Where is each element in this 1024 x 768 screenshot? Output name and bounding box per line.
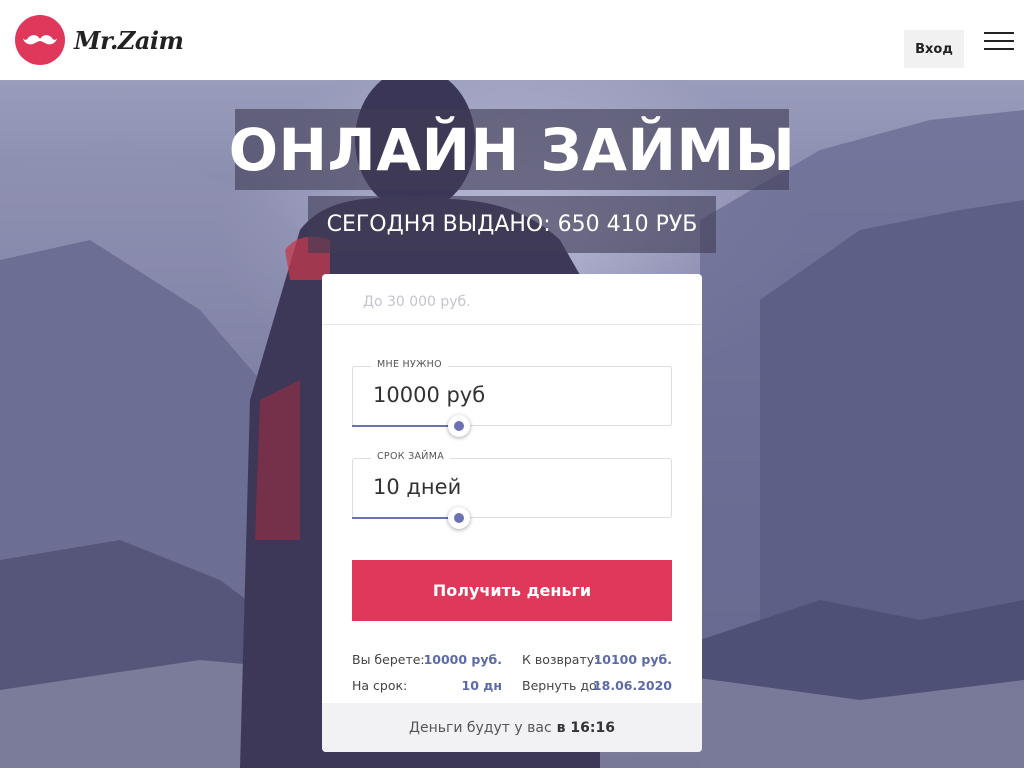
hero-title-banner: ОНЛАЙН ЗАЙМЫ	[229, 109, 795, 190]
amount-slider-fill	[352, 425, 459, 427]
term-summary-value: 10 дн	[461, 678, 502, 693]
mustache-icon	[15, 15, 65, 65]
limit-text: До 30 000 руб.	[363, 294, 471, 310]
repay-value: 10100 руб.	[593, 652, 672, 667]
amount-label: МНЕ НУЖНО	[371, 359, 448, 370]
delivery-time-value: в 16:16	[556, 719, 615, 736]
term-slider-fill	[352, 517, 459, 519]
delivery-time-footer: Деньги будут у вас в 16:16	[322, 703, 702, 752]
hero-title: ОНЛАЙН ЗАЙМЫ	[228, 115, 796, 184]
term-slider-thumb-icon[interactable]	[448, 507, 470, 529]
amount-slider-thumb-icon[interactable]	[448, 415, 470, 437]
repay-label: К возврату:	[522, 652, 599, 667]
term-slider[interactable]	[352, 507, 672, 529]
login-button[interactable]: Вход	[904, 30, 964, 68]
summary-row: На срок: 10 дн Вернуть до: 18.06.2020	[352, 678, 672, 698]
site-header: Mr.Zaim Вход	[0, 0, 1024, 80]
term-field[interactable]: СРОК ЗАЙМА 10 дней	[352, 451, 672, 518]
borrow-value: 10000 руб.	[423, 652, 502, 667]
loan-calculator-card: До 30 000 руб. МНЕ НУЖНО 10000 руб СРОК …	[322, 274, 702, 752]
limit-row: До 30 000 руб.	[322, 274, 702, 325]
borrow-label: Вы берете:	[352, 652, 425, 667]
amount-slider[interactable]	[352, 415, 672, 437]
hamburger-menu-icon[interactable]	[984, 32, 1014, 50]
return-date-label: Вернуть до:	[522, 678, 601, 693]
term-label: СРОК ЗАЙМА	[371, 451, 450, 462]
logo-text: Mr.Zaim	[74, 25, 184, 55]
delivery-time-text: Деньги будут у вас	[409, 719, 552, 736]
term-value: 10 дней	[373, 475, 462, 499]
term-summary-label: На срок:	[352, 678, 408, 693]
issued-today-text: СЕГОДНЯ ВЫДАНО: 650 410 РУБ	[326, 212, 698, 237]
amount-field[interactable]: МНЕ НУЖНО 10000 руб	[352, 359, 672, 426]
amount-value: 10000 руб	[373, 383, 486, 407]
hero-section: ОНЛАЙН ЗАЙМЫ СЕГОДНЯ ВЫДАНО: 650 410 РУБ…	[0, 80, 1024, 768]
issued-today-banner: СЕГОДНЯ ВЫДАНО: 650 410 РУБ	[308, 196, 716, 253]
logo[interactable]: Mr.Zaim	[15, 15, 184, 65]
summary-row: Вы берете: 10000 руб. К возврату: 10100 …	[352, 652, 672, 672]
return-date-value: 18.06.2020	[592, 678, 672, 693]
get-money-button[interactable]: Получить деньги	[352, 560, 672, 621]
